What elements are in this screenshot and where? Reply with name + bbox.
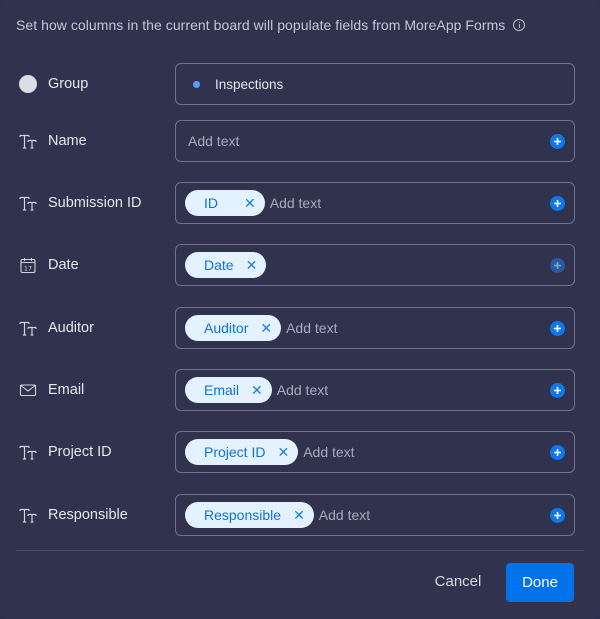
- text-type-icon: [18, 505, 38, 525]
- plus-icon: [554, 137, 561, 145]
- row-label: Name: [18, 120, 87, 162]
- subtitle-text: Set how columns in the current board wil…: [16, 17, 506, 33]
- submission-id-field-input[interactable]: ID ✕ Add text: [175, 182, 575, 224]
- add-field-button[interactable]: [550, 444, 565, 460]
- row-label-text: Email: [48, 382, 85, 398]
- row-label: Responsible: [18, 494, 128, 536]
- row-label: Project ID: [18, 431, 112, 473]
- chip-remove-icon[interactable]: ✕: [246, 258, 258, 272]
- chip-remove-icon[interactable]: ✕: [277, 445, 289, 459]
- mapping-row-name: Name Add text: [0, 120, 600, 162]
- add-text-placeholder[interactable]: Add text: [188, 133, 239, 149]
- row-label: Submission ID: [18, 182, 141, 224]
- add-field-button-disabled: [550, 257, 565, 273]
- plus-icon: [554, 386, 561, 394]
- field-chip[interactable]: Responsible ✕: [185, 502, 314, 528]
- cancel-button[interactable]: Cancel: [424, 562, 492, 601]
- mapping-row-date: 17 Date Date ✕: [0, 244, 600, 286]
- info-icon[interactable]: [513, 19, 526, 31]
- dialog-subtitle: Set how columns in the current board wil…: [16, 17, 526, 33]
- mapping-row-group: Group Inspections: [0, 63, 600, 105]
- text-type-icon: [18, 442, 38, 462]
- chip-remove-icon[interactable]: ✕: [260, 321, 272, 335]
- mapping-row-project-id: Project ID Project ID ✕ Add text: [0, 431, 600, 473]
- mapping-row-submission-id: Submission ID ID ✕ Add text: [0, 182, 600, 224]
- mapping-row-auditor: Auditor Auditor ✕ Add text: [0, 307, 600, 349]
- add-field-button[interactable]: [550, 195, 565, 211]
- group-color-dot: [193, 80, 200, 88]
- field-chip[interactable]: Project ID ✕: [185, 439, 299, 465]
- chip-label: Email: [204, 382, 240, 398]
- svg-text:17: 17: [24, 265, 32, 273]
- chip-label: Project ID: [204, 444, 266, 460]
- chip-label: Auditor: [204, 320, 249, 336]
- footer-divider: [16, 550, 584, 551]
- group-select[interactable]: Inspections: [175, 63, 575, 105]
- add-field-button[interactable]: [550, 382, 565, 398]
- add-text-placeholder[interactable]: Add text: [277, 382, 328, 398]
- row-label: Email: [18, 369, 84, 411]
- chip-label: Date: [204, 257, 234, 273]
- add-field-button[interactable]: [550, 133, 565, 149]
- done-button[interactable]: Done: [506, 563, 574, 602]
- auditor-field-input[interactable]: Auditor ✕ Add text: [175, 307, 575, 349]
- chip-label: Responsible: [204, 507, 282, 523]
- group-value-text: Inspections: [215, 76, 284, 92]
- row-label: Group: [18, 63, 88, 105]
- row-label-text: Group: [48, 76, 89, 92]
- add-field-button[interactable]: [550, 507, 565, 523]
- add-text-placeholder[interactable]: Add text: [303, 444, 354, 460]
- column-mapping-dialog: Set how columns in the current board wil…: [0, 0, 600, 619]
- add-field-button[interactable]: [550, 320, 565, 336]
- add-text-placeholder[interactable]: Add text: [319, 507, 370, 523]
- row-label-text: Date: [48, 257, 79, 273]
- row-label: Auditor: [18, 307, 94, 349]
- calendar-icon: 17: [18, 255, 38, 275]
- field-chip[interactable]: Auditor ✕: [185, 315, 282, 341]
- plus-icon: [554, 511, 561, 519]
- field-chip[interactable]: ID ✕: [185, 190, 265, 216]
- text-type-icon: [18, 318, 38, 338]
- chip-remove-icon[interactable]: ✕: [244, 196, 256, 210]
- plus-icon: [554, 448, 561, 456]
- mapping-row-email: Email Email ✕ Add text: [0, 369, 600, 411]
- row-label-text: Responsible: [48, 507, 128, 523]
- name-field-input[interactable]: Add text: [175, 120, 575, 162]
- chip-remove-icon[interactable]: ✕: [293, 508, 305, 522]
- date-field-input[interactable]: Date ✕: [175, 244, 575, 286]
- email-field-input[interactable]: Email ✕ Add text: [175, 369, 575, 411]
- plus-icon: [554, 199, 561, 207]
- text-type-icon: [18, 193, 38, 213]
- group-dot-icon: [18, 74, 38, 94]
- field-chip[interactable]: Date ✕: [185, 252, 267, 278]
- row-label-text: Project ID: [48, 444, 112, 460]
- responsible-field-input[interactable]: Responsible ✕ Add text: [175, 494, 575, 536]
- chip-remove-icon[interactable]: ✕: [251, 383, 263, 397]
- row-label: 17 Date: [18, 244, 79, 286]
- add-text-placeholder[interactable]: Add text: [286, 320, 337, 336]
- add-text-placeholder[interactable]: Add text: [270, 195, 321, 211]
- plus-icon: [554, 324, 561, 332]
- text-type-icon: [18, 131, 38, 151]
- project-id-field-input[interactable]: Project ID ✕ Add text: [175, 431, 575, 473]
- chip-label: ID: [204, 195, 218, 211]
- row-label-text: Auditor: [48, 320, 94, 336]
- mapping-row-responsible: Responsible Responsible ✕ Add text: [0, 494, 600, 536]
- plus-icon: [554, 261, 561, 269]
- group-value: Inspections: [185, 77, 283, 92]
- row-label-text: Submission ID: [48, 195, 142, 211]
- row-label-text: Name: [48, 133, 87, 149]
- email-icon: [18, 380, 38, 400]
- field-chip[interactable]: Email ✕: [185, 377, 272, 403]
